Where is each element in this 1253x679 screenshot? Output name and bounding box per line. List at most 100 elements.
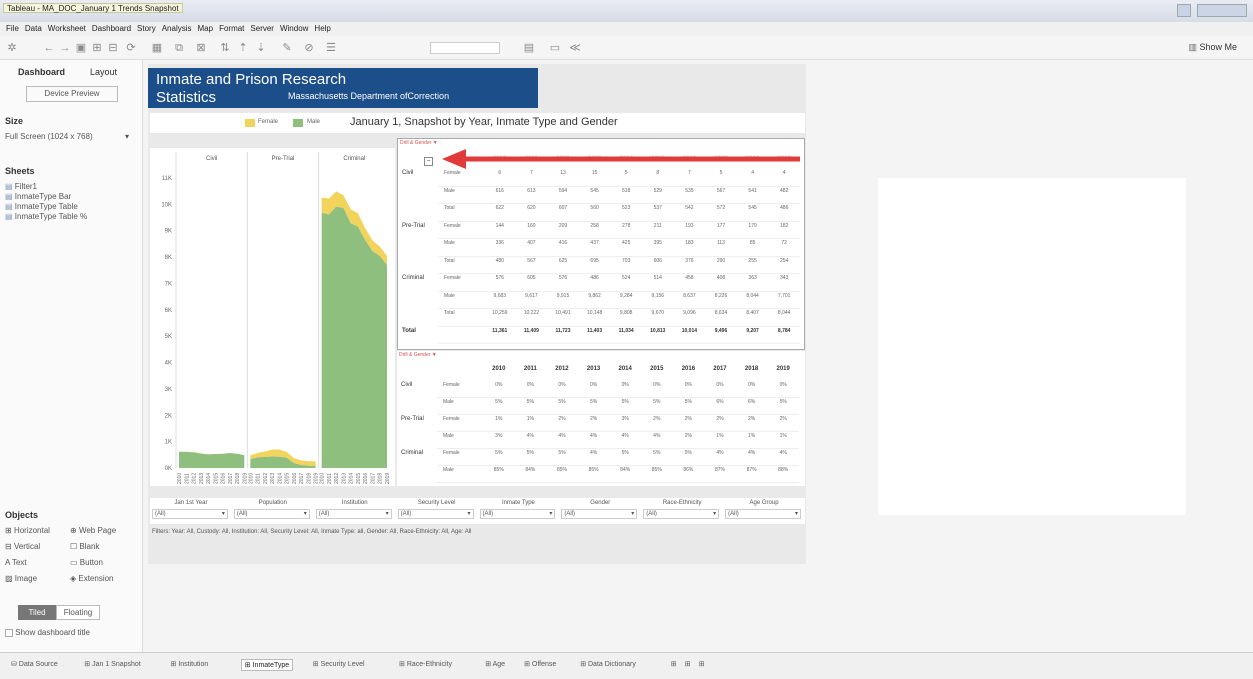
object-blank[interactable]: ☐ Blank bbox=[70, 542, 99, 551]
menu-map[interactable]: Map bbox=[198, 22, 214, 36]
menu-window[interactable]: Window bbox=[280, 22, 308, 36]
table-cell: 545 bbox=[590, 187, 599, 194]
new-dashboard-icon[interactable]: ⊞ bbox=[682, 659, 694, 669]
table-cell: 395 bbox=[653, 240, 662, 246]
show-title-checkbox[interactable]: Show dashboard title bbox=[5, 628, 90, 637]
menu-help[interactable]: Help bbox=[314, 22, 330, 36]
year-header: 2015 bbox=[650, 366, 664, 372]
chevron-down-icon: ▾ bbox=[467, 511, 471, 517]
tab-data-dictionary[interactable]: ⊞ Data Dictionary bbox=[577, 659, 639, 669]
table-title[interactable]: Drill & Gender ▼ bbox=[400, 140, 438, 146]
tooltip-icon[interactable]: ▭ bbox=[548, 41, 562, 55]
chevron-down-icon: ▾ bbox=[385, 511, 389, 517]
tab-institution[interactable]: ⊞ Institution bbox=[168, 659, 212, 669]
size-dropdown[interactable]: Full Screen (1024 x 768) bbox=[5, 132, 93, 141]
clear-icon[interactable]: ⊠ bbox=[194, 41, 208, 55]
pause-icon[interactable]: ⟳ bbox=[124, 41, 138, 55]
sheet-item[interactable]: ▤ InmateType Table bbox=[5, 202, 87, 212]
chevron-down-icon: ▾ bbox=[794, 511, 798, 517]
swap-icon[interactable]: ⇅ bbox=[218, 41, 232, 55]
table-cell: 4% bbox=[716, 450, 724, 456]
present-icon[interactable]: ▤ bbox=[522, 41, 536, 55]
menu-file[interactable]: File bbox=[6, 22, 19, 36]
table-cell: 9,496 bbox=[714, 327, 728, 334]
legend-swatch-male bbox=[293, 119, 303, 127]
filter-dropdown[interactable]: (All) ▾ bbox=[315, 509, 392, 519]
tab-age[interactable]: ⊞ Age bbox=[482, 659, 508, 669]
tab-jan-1-snapshot[interactable]: ⊞ Jan 1 Snapshot bbox=[81, 659, 143, 669]
tab-inmatetype[interactable]: ⊞ InmateType bbox=[240, 659, 294, 671]
table-cell: 376 bbox=[685, 257, 694, 264]
horizontal-icon: ⊞ bbox=[5, 526, 14, 535]
menu-data[interactable]: Data bbox=[25, 22, 42, 36]
floating-button[interactable]: Floating bbox=[56, 605, 100, 620]
tab-race-ethnicity[interactable]: ⊞ Race-Ethnicity bbox=[396, 659, 455, 669]
object-horizontal[interactable]: ⊞ Horizontal bbox=[5, 526, 50, 535]
device-preview-button[interactable]: Device Preview bbox=[26, 86, 118, 102]
table-cell: 514 bbox=[653, 275, 662, 281]
table-cell: 87% bbox=[746, 467, 757, 473]
object-text[interactable]: A Text bbox=[5, 558, 27, 567]
table-title[interactable]: Drill & Gender ▼ bbox=[399, 352, 437, 358]
table-cell: 290 bbox=[716, 257, 726, 264]
tiled-button[interactable]: Tiled bbox=[18, 605, 56, 620]
menu-story[interactable]: Story bbox=[137, 22, 156, 36]
filter-dropdown[interactable]: (All) ▾ bbox=[725, 509, 801, 519]
checkbox-label: Show dashboard title bbox=[15, 628, 90, 637]
save-icon[interactable]: ▣ bbox=[74, 41, 88, 55]
filter-dropdown[interactable]: (All) ▾ bbox=[561, 509, 638, 519]
menu-dashboard[interactable]: Dashboard bbox=[92, 22, 131, 36]
tab-dashboard[interactable]: Dashboard bbox=[18, 67, 65, 77]
share-icon[interactable]: ≪ bbox=[568, 41, 582, 55]
fit-dropdown[interactable] bbox=[430, 42, 500, 54]
blank-icon: ☐ bbox=[70, 542, 80, 551]
datasource-icon[interactable]: ⊟ bbox=[106, 41, 120, 55]
object-extension[interactable]: ◈ Extension bbox=[70, 574, 114, 583]
menu-format[interactable]: Format bbox=[219, 22, 244, 36]
object-button[interactable]: ▭ Button bbox=[70, 558, 103, 567]
sheet-item[interactable]: ▤ Filter1 bbox=[5, 182, 87, 192]
tab-layout[interactable]: Layout bbox=[90, 67, 117, 77]
menu-worksheet[interactable]: Worksheet bbox=[48, 22, 86, 36]
filter-dropdown[interactable]: (All) ▾ bbox=[643, 509, 720, 519]
show-me-button[interactable]: ▥ Show Me bbox=[1188, 42, 1237, 53]
menu-analysis[interactable]: Analysis bbox=[162, 22, 192, 36]
menu-bar: File Data Worksheet Dashboard Story Analysis M… bbox=[0, 22, 1253, 36]
tableau-logo-icon[interactable]: ✲ bbox=[5, 41, 19, 55]
sheet-item[interactable]: ▤ InmateType Bar bbox=[5, 192, 87, 202]
filter-dropdown[interactable]: (All) ▾ bbox=[397, 509, 474, 519]
new-datasource-icon[interactable]: ⊞ bbox=[90, 41, 104, 55]
sort-asc-icon[interactable]: ⇡ bbox=[236, 41, 250, 55]
table-cell: 4% bbox=[526, 433, 534, 439]
collapse-icon[interactable]: − bbox=[424, 157, 433, 166]
duplicate-icon[interactable]: ⧉ bbox=[172, 41, 186, 55]
object-vertical[interactable]: ⊟ Vertical bbox=[5, 542, 40, 551]
restore-icon[interactable] bbox=[1177, 4, 1191, 17]
tab-security-level[interactable]: ⊞ Security Level bbox=[310, 659, 368, 669]
chevron-down-icon[interactable]: ▾ bbox=[125, 132, 129, 141]
filter-dropdown[interactable]: (All) ▾ bbox=[479, 509, 556, 519]
table-cell: 0% bbox=[779, 382, 787, 388]
back-icon[interactable]: ← bbox=[42, 41, 56, 55]
table-cell: 2% bbox=[716, 416, 724, 422]
labels-icon[interactable]: ☰ bbox=[324, 41, 338, 55]
new-story-icon[interactable]: ⊞ bbox=[696, 659, 708, 669]
x-tick-label: 2015 bbox=[285, 473, 291, 484]
x-tick-label: 2016 bbox=[221, 473, 227, 484]
window-controls[interactable] bbox=[1197, 4, 1247, 17]
filter-dropdown[interactable]: (All) ▾ bbox=[233, 509, 310, 519]
object-webpage[interactable]: ⊕ Web Page bbox=[70, 526, 116, 535]
area-chart-panel: 0K 1K 2K 3K 4K 5K 6K 7K 8K 9K 10K 11K Civil 2010 2011 2… bbox=[150, 148, 395, 486]
object-image[interactable]: ▨ Image bbox=[5, 574, 37, 583]
forward-icon[interactable]: → bbox=[58, 41, 72, 55]
group-icon[interactable]: ⊘ bbox=[302, 41, 316, 55]
sheet-item[interactable]: ▤ InmateType Table % bbox=[5, 212, 87, 222]
new-worksheet-icon[interactable]: ⊞ bbox=[668, 659, 680, 669]
tab-data-source[interactable]: ⛁ Data Source bbox=[8, 659, 61, 669]
filter-dropdown[interactable]: (All) ▾ bbox=[152, 509, 228, 519]
new-sheet-icon[interactable]: ▦ bbox=[150, 41, 164, 55]
menu-server[interactable]: Server bbox=[250, 22, 274, 36]
tab-offense[interactable]: ⊞ Offense bbox=[521, 659, 559, 669]
sort-desc-icon[interactable]: ⇣ bbox=[254, 41, 268, 55]
highlight-icon[interactable]: ✎ bbox=[280, 41, 294, 55]
